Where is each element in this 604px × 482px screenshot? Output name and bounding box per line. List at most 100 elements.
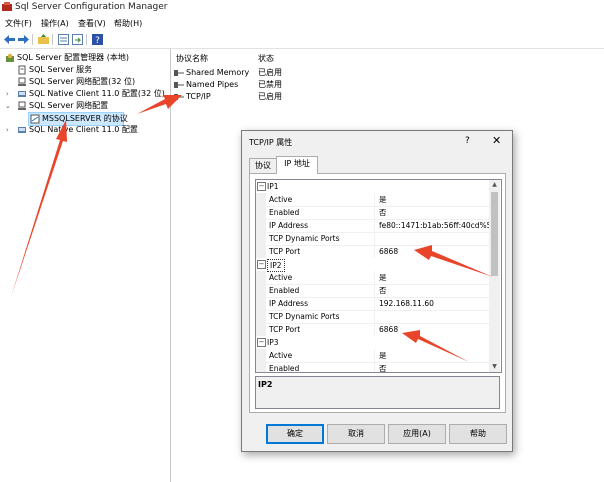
ok-button[interactable]: 确定 bbox=[266, 424, 324, 444]
menu-help[interactable]: 帮助(H) bbox=[114, 18, 142, 29]
property-row[interactable]: Active 是 bbox=[256, 193, 489, 207]
description-panel: IP2 bbox=[255, 376, 500, 409]
column-divider bbox=[374, 349, 375, 362]
section-name: IP1 bbox=[267, 182, 279, 191]
tree-item-label: SQL Native Client 11.0 配置 bbox=[29, 125, 138, 134]
property-row[interactable]: TCP Port 6868 bbox=[256, 245, 489, 259]
scroll-up-icon[interactable]: ▲ bbox=[489, 180, 500, 190]
property-row[interactable]: IP Address fe80::1471:b1ab:56ff:40cd%5 bbox=[256, 219, 491, 233]
cancel-button[interactable]: 取消 bbox=[327, 424, 385, 444]
grid-section-ip2[interactable]: − IP2 bbox=[256, 258, 489, 272]
expand-chevron-icon[interactable]: › bbox=[6, 124, 9, 136]
window-title: Sql Server Configuration Manager bbox=[15, 2, 168, 12]
row-gutter bbox=[256, 245, 266, 258]
title-bar: Sql Server Configuration Manager bbox=[0, 0, 604, 16]
collapse-chevron-icon[interactable]: ⌄ bbox=[5, 100, 11, 112]
menu-action[interactable]: 操作(A) bbox=[41, 18, 69, 29]
property-value[interactable]: 是 bbox=[379, 271, 387, 284]
column-divider bbox=[374, 193, 375, 206]
vertical-scrollbar[interactable]: ▲ ▼ bbox=[489, 180, 500, 372]
property-name: Enabled bbox=[269, 364, 300, 373]
menu-view[interactable]: 查看(V) bbox=[78, 18, 106, 29]
property-row[interactable]: IP Address 192.168.11.60 bbox=[256, 297, 489, 311]
column-divider bbox=[374, 219, 375, 232]
tree-item-label: SQL Server 网络配置(32 位) bbox=[29, 77, 136, 86]
property-value[interactable]: fe80::1471:b1ab:56ff:40cd%5 bbox=[379, 219, 491, 232]
apply-button[interactable]: 应用(A) bbox=[388, 424, 446, 444]
dialog-help-button[interactable]: 帮助 bbox=[449, 424, 507, 444]
list-row-named-pipes[interactable]: Named Pipes 已禁用 bbox=[174, 79, 314, 91]
network-icon bbox=[18, 77, 26, 86]
collapse-box-icon[interactable]: − bbox=[257, 260, 266, 269]
forward-arrow-icon[interactable] bbox=[17, 33, 30, 46]
services-icon bbox=[18, 65, 26, 75]
toolbar: ? bbox=[0, 31, 604, 49]
property-value[interactable]: 是 bbox=[379, 349, 387, 362]
row-gutter bbox=[256, 362, 266, 372]
close-icon[interactable]: ✕ bbox=[492, 134, 501, 147]
row-gutter bbox=[256, 232, 266, 245]
column-divider bbox=[374, 297, 375, 310]
row-gutter bbox=[256, 193, 266, 206]
help-button[interactable]: ? bbox=[465, 136, 470, 146]
up-folder-icon[interactable] bbox=[37, 33, 50, 46]
property-value[interactable]: 192.168.11.60 bbox=[379, 297, 434, 310]
property-value[interactable]: 否 bbox=[379, 362, 387, 372]
grid-section-ip3[interactable]: − IP3 bbox=[256, 336, 489, 349]
row-gutter bbox=[256, 349, 266, 362]
property-name: Active bbox=[269, 195, 293, 204]
column-header-status[interactable]: 状态 bbox=[258, 53, 274, 64]
client-icon bbox=[18, 127, 26, 133]
tree-item-label: SQL Server 服务 bbox=[29, 65, 93, 74]
tree-item-label: SQL Server 配置管理器 (本地) bbox=[17, 53, 129, 62]
protocol-name: Shared Memory bbox=[186, 68, 250, 77]
protocol-status: 已启用 bbox=[258, 92, 282, 101]
column-header-protocol[interactable]: 协议名称 bbox=[176, 53, 208, 64]
property-row[interactable]: TCP Dynamic Ports bbox=[256, 310, 489, 324]
column-divider bbox=[374, 284, 375, 297]
toolbar-separator bbox=[52, 34, 53, 45]
properties-icon[interactable] bbox=[57, 33, 70, 46]
row-gutter bbox=[256, 297, 266, 310]
property-value[interactable]: 6868 bbox=[379, 323, 398, 336]
property-row[interactable]: Enabled 否 bbox=[256, 284, 489, 298]
property-row[interactable]: Enabled 否 bbox=[256, 362, 489, 373]
property-name: TCP Dynamic Ports bbox=[269, 312, 340, 321]
property-row[interactable]: TCP Port 6868 bbox=[256, 323, 489, 337]
column-divider bbox=[374, 245, 375, 258]
row-gutter bbox=[256, 219, 266, 232]
tree-item-label: SQL Server 网络配置 bbox=[29, 101, 109, 110]
menu-file[interactable]: 文件(F) bbox=[5, 18, 32, 29]
property-row[interactable]: Active 是 bbox=[256, 271, 489, 285]
back-arrow-icon[interactable] bbox=[3, 33, 16, 46]
property-row[interactable]: Enabled 否 bbox=[256, 206, 489, 220]
protocol-name: TCP/IP bbox=[186, 92, 211, 101]
list-row-shared-memory[interactable]: Shared Memory 已启用 bbox=[174, 67, 314, 79]
property-value[interactable]: 否 bbox=[379, 284, 387, 297]
property-value[interactable]: 是 bbox=[379, 193, 387, 206]
row-gutter bbox=[256, 206, 266, 219]
protocol-icon bbox=[174, 94, 184, 100]
scroll-down-icon[interactable]: ▼ bbox=[489, 362, 500, 372]
expand-chevron-icon[interactable]: › bbox=[6, 88, 9, 100]
collapse-box-icon[interactable]: − bbox=[257, 338, 266, 347]
column-divider bbox=[374, 271, 375, 284]
export-icon[interactable] bbox=[71, 33, 84, 46]
property-row[interactable]: Active 是 bbox=[256, 349, 489, 363]
property-value[interactable]: 6868 bbox=[379, 245, 398, 258]
property-name: TCP Port bbox=[269, 247, 301, 256]
scroll-thumb[interactable] bbox=[491, 192, 498, 276]
column-divider bbox=[374, 232, 375, 245]
dialog-title: TCP/IP 属性 bbox=[249, 138, 293, 147]
collapse-box-icon[interactable]: − bbox=[257, 182, 266, 191]
tab-protocol[interactable]: 协议 bbox=[249, 158, 277, 173]
protocol-status: 已禁用 bbox=[258, 80, 282, 89]
help-icon[interactable]: ? bbox=[91, 33, 104, 46]
protocol-status: 已启用 bbox=[258, 68, 282, 77]
tab-content: − IP1 Active 是 Enabled 否 IP Address fe80::1471:… bbox=[249, 173, 506, 413]
grid-section-ip1[interactable]: − IP1 bbox=[256, 180, 489, 193]
property-value[interactable]: 否 bbox=[379, 206, 387, 219]
list-row-tcp-ip[interactable]: TCP/IP 已启用 bbox=[174, 91, 314, 103]
property-row[interactable]: TCP Dynamic Ports bbox=[256, 232, 489, 246]
tab-ip-address[interactable]: IP 地址 bbox=[276, 156, 318, 174]
